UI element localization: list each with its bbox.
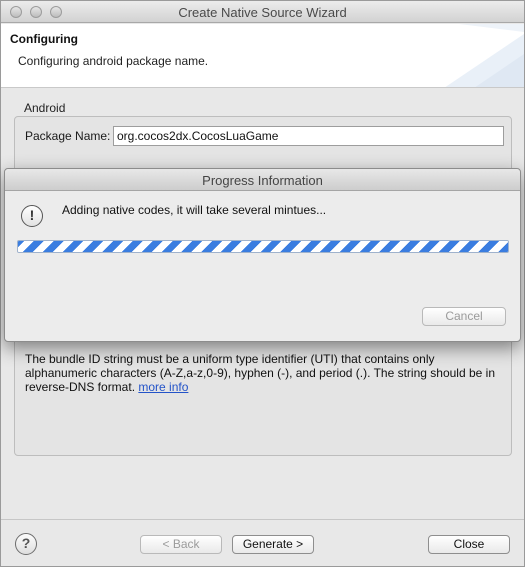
progress-dialog-title-bar: Progress Information [5, 169, 520, 191]
wizard-banner: Configuring Configuring android package … [1, 24, 524, 88]
page-title: Configuring [10, 32, 78, 46]
android-group-label: Android [24, 101, 66, 115]
page-description: Configuring android package name. [18, 54, 209, 68]
generate-button[interactable]: Generate > [232, 535, 314, 554]
progress-bar-fill [18, 241, 508, 252]
progress-message: Adding native codes, it will take severa… [62, 203, 327, 217]
cancel-button[interactable]: Cancel [422, 307, 506, 326]
package-name-input[interactable] [113, 126, 504, 146]
close-button[interactable]: Close [428, 535, 510, 554]
progress-bar [17, 240, 509, 253]
back-button[interactable]: < Back [140, 535, 222, 554]
bundle-id-help-body: The bundle ID string must be a uniform t… [25, 352, 495, 394]
footer-divider [1, 519, 524, 520]
bundle-id-help-text: The bundle ID string must be a uniform t… [25, 352, 503, 394]
more-info-link[interactable]: more info [138, 380, 188, 394]
window-title: Create Native Source Wizard [178, 5, 347, 20]
warning-icon: ! [21, 205, 43, 227]
progress-dialog: Progress Information ! Adding native cod… [4, 168, 521, 342]
help-icon[interactable]: ? [15, 533, 37, 555]
package-name-label: Package Name: [25, 129, 111, 143]
banner-decoration-icon [445, 24, 524, 87]
title-bar: Create Native Source Wizard [1, 1, 524, 23]
progress-dialog-title: Progress Information [202, 173, 323, 188]
